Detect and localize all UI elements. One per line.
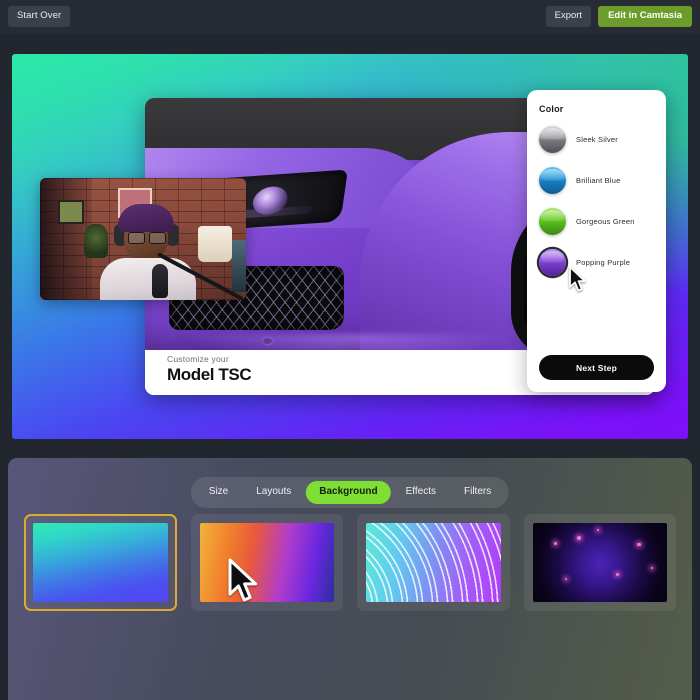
gorgeous-green-swatch-icon[interactable]	[539, 208, 566, 235]
background-thumbnail-grid	[24, 514, 676, 611]
mouse-cursor-icon	[568, 266, 588, 293]
options-tabbar: Size Layouts Background Effects Filters	[190, 477, 510, 508]
thumbnail-preview	[532, 523, 667, 602]
color-option-brilliant-blue[interactable]: Brilliant Blue	[539, 167, 656, 194]
car-underglow	[185, 334, 515, 350]
color-option-label: Sleek Silver	[576, 135, 618, 144]
next-step-button[interactable]: Next Step	[539, 355, 654, 380]
thumbnail-preview	[199, 523, 334, 602]
popping-purple-swatch-icon[interactable]	[539, 249, 566, 276]
webcam-overlay[interactable]	[40, 178, 246, 300]
lamp-icon	[198, 226, 232, 262]
color-option-label: Gorgeous Green	[576, 217, 635, 226]
edit-in-camtasia-button[interactable]: Edit in Camtasia	[598, 6, 692, 27]
color-panel-heading: Color	[539, 104, 564, 114]
color-option-popping-purple[interactable]: Popping Purple	[539, 249, 656, 292]
color-option-label: Popping Purple	[576, 258, 631, 267]
top-toolbar-actions: Export Edit in Camtasia	[545, 6, 692, 27]
car-sensor-dot	[263, 338, 272, 344]
glasses-icon	[128, 232, 166, 244]
top-toolbar: Start Over Export Edit in Camtasia	[0, 0, 700, 33]
tab-size[interactable]: Size	[196, 481, 241, 504]
editor-options-panel: Size Layouts Background Effects Filters	[8, 458, 692, 700]
tab-filters[interactable]: Filters	[451, 481, 504, 504]
microphone-icon	[152, 264, 168, 298]
background-thumbnail-orange-purple[interactable]	[190, 514, 343, 611]
start-over-button[interactable]: Start Over	[8, 6, 71, 27]
brilliant-blue-swatch-icon[interactable]	[539, 167, 566, 194]
video-preview-canvas[interactable]: Customize your Model TSC Color Sleek Sil…	[12, 54, 688, 439]
camtasia-rev-app: Start Over Export Edit in Camtasia Custo…	[0, 0, 700, 700]
tab-effects[interactable]: Effects	[393, 481, 449, 504]
background-thumbnail-green-blue[interactable]	[24, 514, 177, 611]
color-option-sleek-silver[interactable]: Sleek Silver	[539, 126, 656, 153]
wall-picture-frame-2-icon	[58, 200, 84, 224]
tab-layouts[interactable]: Layouts	[243, 481, 304, 504]
color-option-label: Brilliant Blue	[576, 176, 621, 185]
monitor-icon	[232, 240, 246, 292]
beanie-icon	[118, 204, 174, 232]
thumbnail-preview	[33, 523, 168, 602]
export-button[interactable]: Export	[545, 6, 592, 27]
color-chooser-panel: Color Sleek Silver Brilliant Blue Gorgeo…	[527, 90, 666, 392]
background-thumbnail-nebula[interactable]	[523, 514, 676, 611]
color-option-gorgeous-green[interactable]: Gorgeous Green	[539, 208, 656, 235]
color-swatch-list: Sleek Silver Brilliant Blue Gorgeous Gre…	[539, 126, 656, 292]
thumbnail-preview	[366, 523, 501, 602]
sleek-silver-swatch-icon[interactable]	[539, 126, 566, 153]
background-thumbnail-dot-arcs[interactable]	[357, 514, 510, 611]
tab-background[interactable]: Background	[306, 481, 391, 504]
plant-icon	[84, 224, 108, 258]
